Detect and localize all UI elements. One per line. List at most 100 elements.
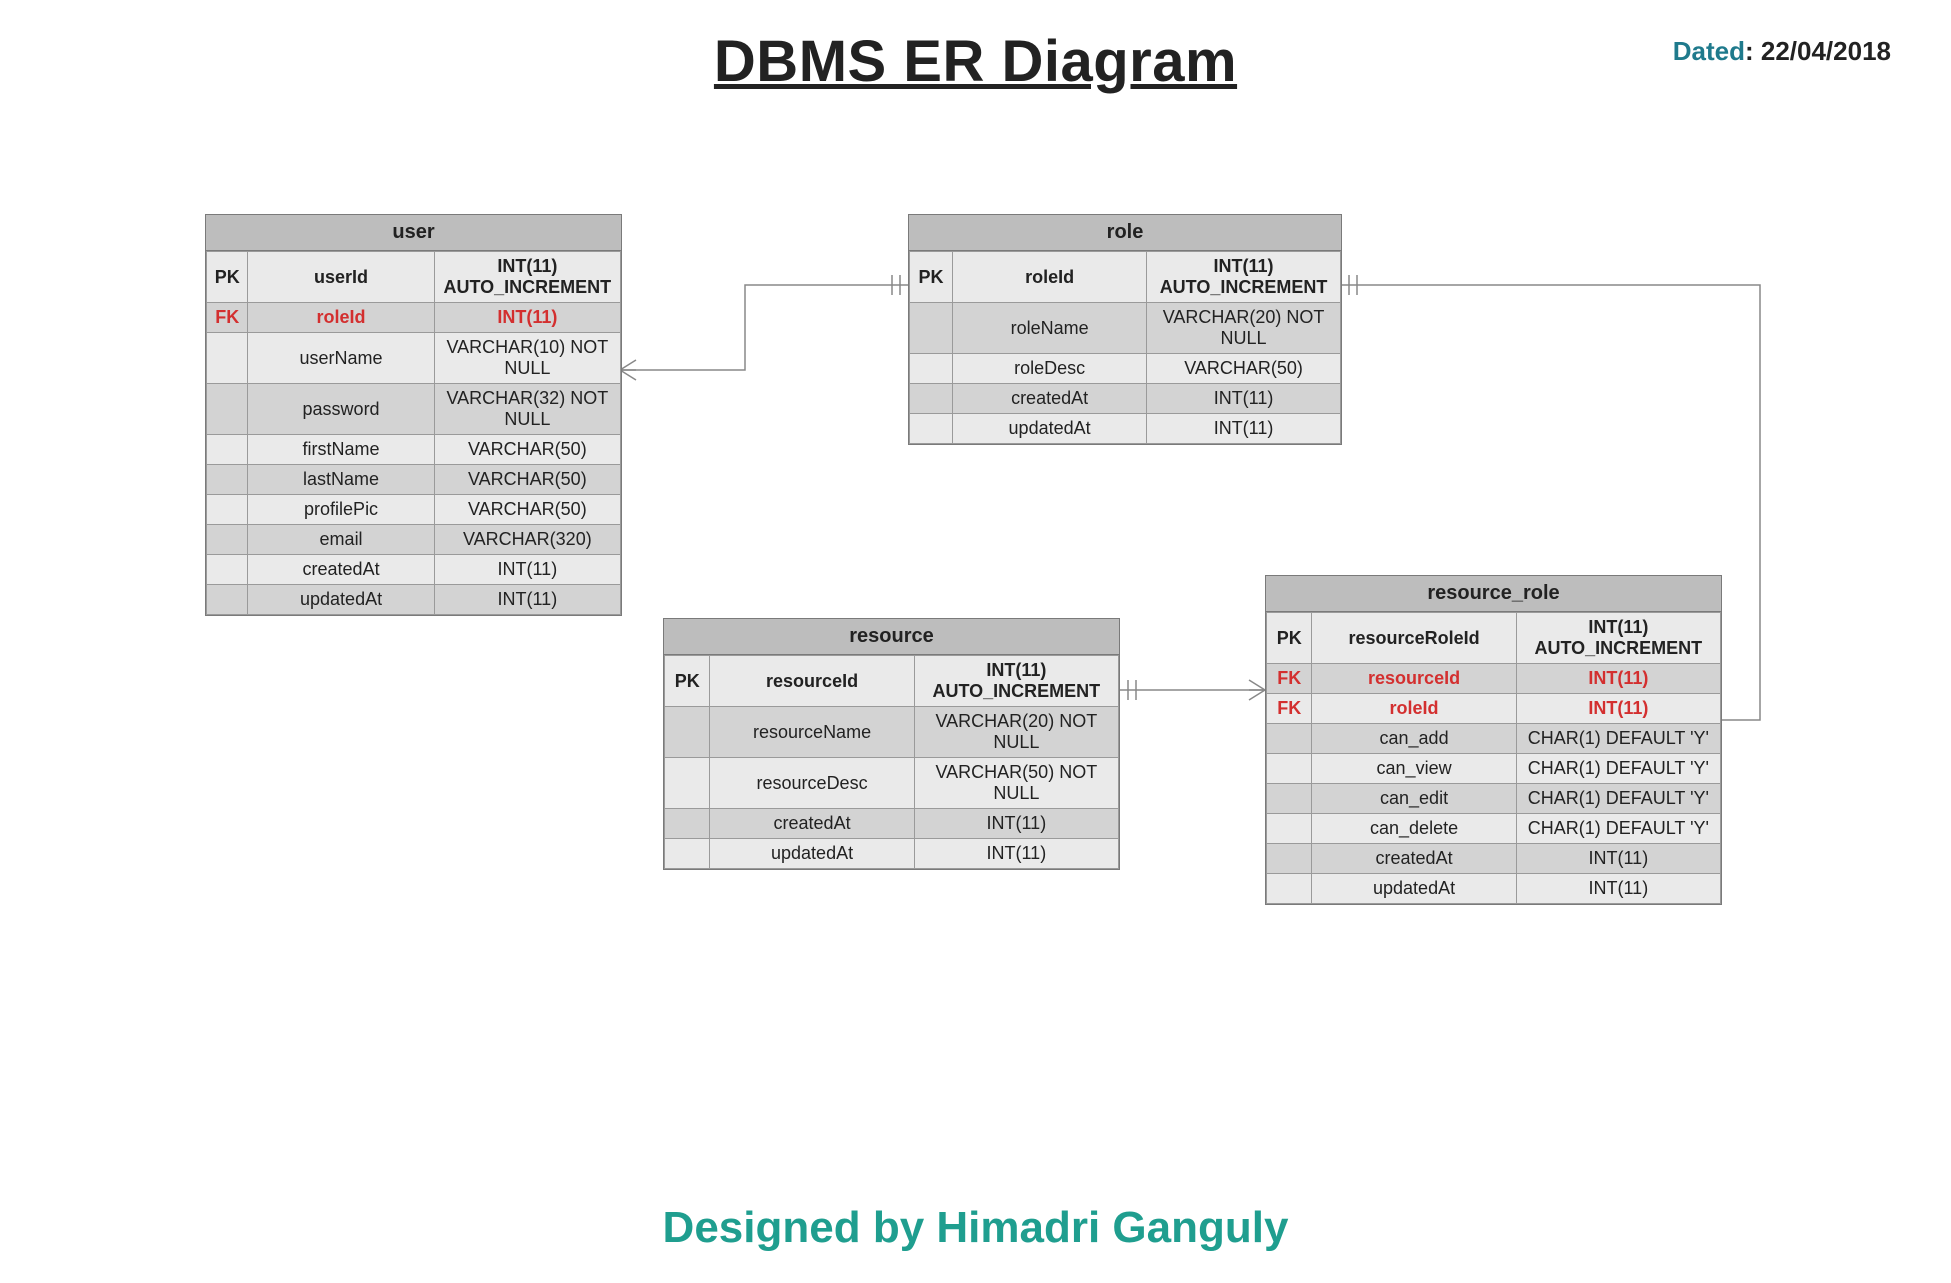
column-key <box>207 384 248 435</box>
table-row: resourceNameVARCHAR(20) NOT NULL <box>665 707 1119 758</box>
column-field-type: INT(11) <box>1516 844 1720 874</box>
column-field-name: updatedAt <box>710 839 914 869</box>
table-row: resourceDescVARCHAR(50) NOT NULL <box>665 758 1119 809</box>
column-field-name: updatedAt <box>248 585 434 615</box>
column-field-type: INT(11) AUTO_INCREMENT <box>1147 252 1341 303</box>
column-field-type: VARCHAR(20) NOT NULL <box>914 707 1118 758</box>
column-field-type: INT(11) <box>434 303 620 333</box>
column-field-name: password <box>248 384 434 435</box>
column-field-name: roleName <box>953 303 1147 354</box>
column-field-type: VARCHAR(20) NOT NULL <box>1147 303 1341 354</box>
column-field-name: can_add <box>1312 724 1516 754</box>
column-field-type: INT(11) AUTO_INCREMENT <box>914 656 1118 707</box>
table-row: createdAtINT(11) <box>207 555 621 585</box>
dated-label: Dated <box>1673 36 1745 66</box>
column-key: FK <box>1267 664 1312 694</box>
column-field-name: can_view <box>1312 754 1516 784</box>
column-field-type: VARCHAR(32) NOT NULL <box>434 384 620 435</box>
column-field-type: VARCHAR(50) <box>434 495 620 525</box>
column-key <box>910 303 953 354</box>
entity-user-table: PKuserIdINT(11) AUTO_INCREMENTFKroleIdIN… <box>206 251 621 615</box>
table-row: updatedAtINT(11) <box>1267 874 1721 904</box>
column-field-type: INT(11) AUTO_INCREMENT <box>1516 613 1720 664</box>
column-field-type: INT(11) <box>434 555 620 585</box>
column-field-name: resourceDesc <box>710 758 914 809</box>
column-key: PK <box>207 252 248 303</box>
table-row: passwordVARCHAR(32) NOT NULL <box>207 384 621 435</box>
column-key <box>207 435 248 465</box>
column-field-type: VARCHAR(320) <box>434 525 620 555</box>
column-field-name: email <box>248 525 434 555</box>
column-field-type: CHAR(1) DEFAULT 'Y' <box>1516 754 1720 784</box>
column-field-type: INT(11) <box>1516 664 1720 694</box>
column-field-name: userName <box>248 333 434 384</box>
column-key <box>207 495 248 525</box>
column-field-name: updatedAt <box>953 414 1147 444</box>
table-row: createdAtINT(11) <box>1267 844 1721 874</box>
column-field-name: roleId <box>248 303 434 333</box>
table-row: updatedAtINT(11) <box>910 414 1341 444</box>
column-field-type: INT(11) <box>1516 874 1720 904</box>
entity-resource-role-title: resource_role <box>1266 576 1721 612</box>
column-field-name: updatedAt <box>1312 874 1516 904</box>
entity-resource-table: PKresourceIdINT(11) AUTO_INCREMENTresour… <box>664 655 1119 869</box>
column-key: PK <box>910 252 953 303</box>
column-field-name: resourceName <box>710 707 914 758</box>
column-field-type: INT(11) <box>914 839 1118 869</box>
column-key: PK <box>665 656 710 707</box>
column-field-type: VARCHAR(50) <box>1147 354 1341 384</box>
page-title: DBMS ER Diagram <box>0 28 1951 95</box>
dated-value: 22/04/2018 <box>1761 36 1891 66</box>
column-field-type: INT(11) <box>1147 384 1341 414</box>
table-row: can_addCHAR(1) DEFAULT 'Y' <box>1267 724 1721 754</box>
column-field-name: createdAt <box>248 555 434 585</box>
table-row: FKresourceIdINT(11) <box>1267 664 1721 694</box>
column-field-type: CHAR(1) DEFAULT 'Y' <box>1516 784 1720 814</box>
column-field-name: roleId <box>953 252 1147 303</box>
table-row: lastNameVARCHAR(50) <box>207 465 621 495</box>
column-key <box>665 839 710 869</box>
column-field-type: VARCHAR(10) NOT NULL <box>434 333 620 384</box>
column-key <box>910 384 953 414</box>
table-row: can_viewCHAR(1) DEFAULT 'Y' <box>1267 754 1721 784</box>
column-field-name: createdAt <box>1312 844 1516 874</box>
footer-credit: Designed by Himadri Ganguly <box>0 1203 1951 1253</box>
column-key: FK <box>207 303 248 333</box>
column-field-type: CHAR(1) DEFAULT 'Y' <box>1516 724 1720 754</box>
table-row: firstNameVARCHAR(50) <box>207 435 621 465</box>
table-row: can_editCHAR(1) DEFAULT 'Y' <box>1267 784 1721 814</box>
column-field-name: roleDesc <box>953 354 1147 384</box>
column-key <box>665 809 710 839</box>
table-row: roleNameVARCHAR(20) NOT NULL <box>910 303 1341 354</box>
column-field-type: INT(11) <box>1516 694 1720 724</box>
table-row: roleDescVARCHAR(50) <box>910 354 1341 384</box>
column-key: PK <box>1267 613 1312 664</box>
table-row: FKroleIdINT(11) <box>207 303 621 333</box>
column-key <box>207 525 248 555</box>
entity-role: role PKroleIdINT(11) AUTO_INCREMENTroleN… <box>908 214 1342 445</box>
table-row: userNameVARCHAR(10) NOT NULL <box>207 333 621 384</box>
table-row: createdAtINT(11) <box>665 809 1119 839</box>
column-key <box>910 354 953 384</box>
column-key <box>207 555 248 585</box>
column-key <box>207 585 248 615</box>
column-key <box>1267 814 1312 844</box>
column-key <box>665 707 710 758</box>
column-key <box>207 333 248 384</box>
table-row: updatedAtINT(11) <box>665 839 1119 869</box>
entity-resource-title: resource <box>664 619 1119 655</box>
column-field-name: firstName <box>248 435 434 465</box>
table-row: profilePicVARCHAR(50) <box>207 495 621 525</box>
column-key <box>207 465 248 495</box>
entity-user-title: user <box>206 215 621 251</box>
column-field-name: createdAt <box>710 809 914 839</box>
column-field-type: VARCHAR(50) NOT NULL <box>914 758 1118 809</box>
column-key <box>1267 844 1312 874</box>
column-field-name: resourceId <box>710 656 914 707</box>
table-row: PKresourceIdINT(11) AUTO_INCREMENT <box>665 656 1119 707</box>
table-row: emailVARCHAR(320) <box>207 525 621 555</box>
column-field-name: can_edit <box>1312 784 1516 814</box>
column-field-name: profilePic <box>248 495 434 525</box>
column-field-name: createdAt <box>953 384 1147 414</box>
column-key <box>910 414 953 444</box>
